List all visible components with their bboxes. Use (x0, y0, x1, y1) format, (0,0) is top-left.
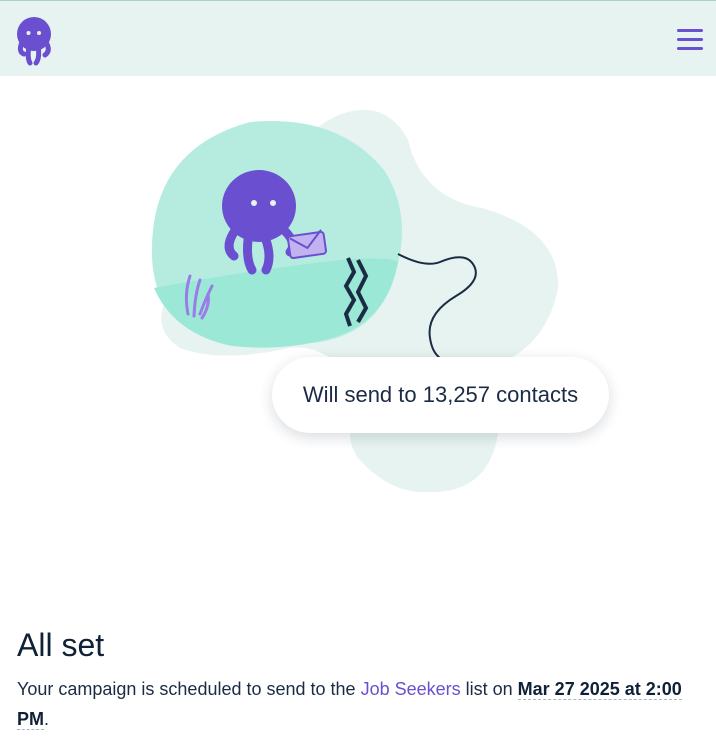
list-link[interactable]: Job Seekers (361, 679, 461, 699)
confirmation-section: All set Your campaign is scheduled to se… (17, 622, 697, 734)
page: Will send to 13,257 contacts All set You… (0, 0, 716, 737)
confirmation-text: Your campaign is scheduled to send to th… (17, 674, 697, 734)
confirmation-text-after: . (44, 709, 50, 729)
confirmation-text-middle: list on (460, 679, 518, 699)
top-bar (0, 0, 716, 76)
send-count-label: Will send to 13,257 contacts (302, 382, 579, 407)
hamburger-menu-icon[interactable] (674, 27, 706, 53)
send-count-badge: Will send to 13,257 contacts (272, 357, 609, 433)
confirmation-text-before: Your campaign is scheduled to send to th… (17, 679, 361, 699)
octopus-illustration (151, 109, 559, 493)
page-title: All set (17, 627, 105, 663)
octopus-logo-icon[interactable] (16, 16, 54, 68)
